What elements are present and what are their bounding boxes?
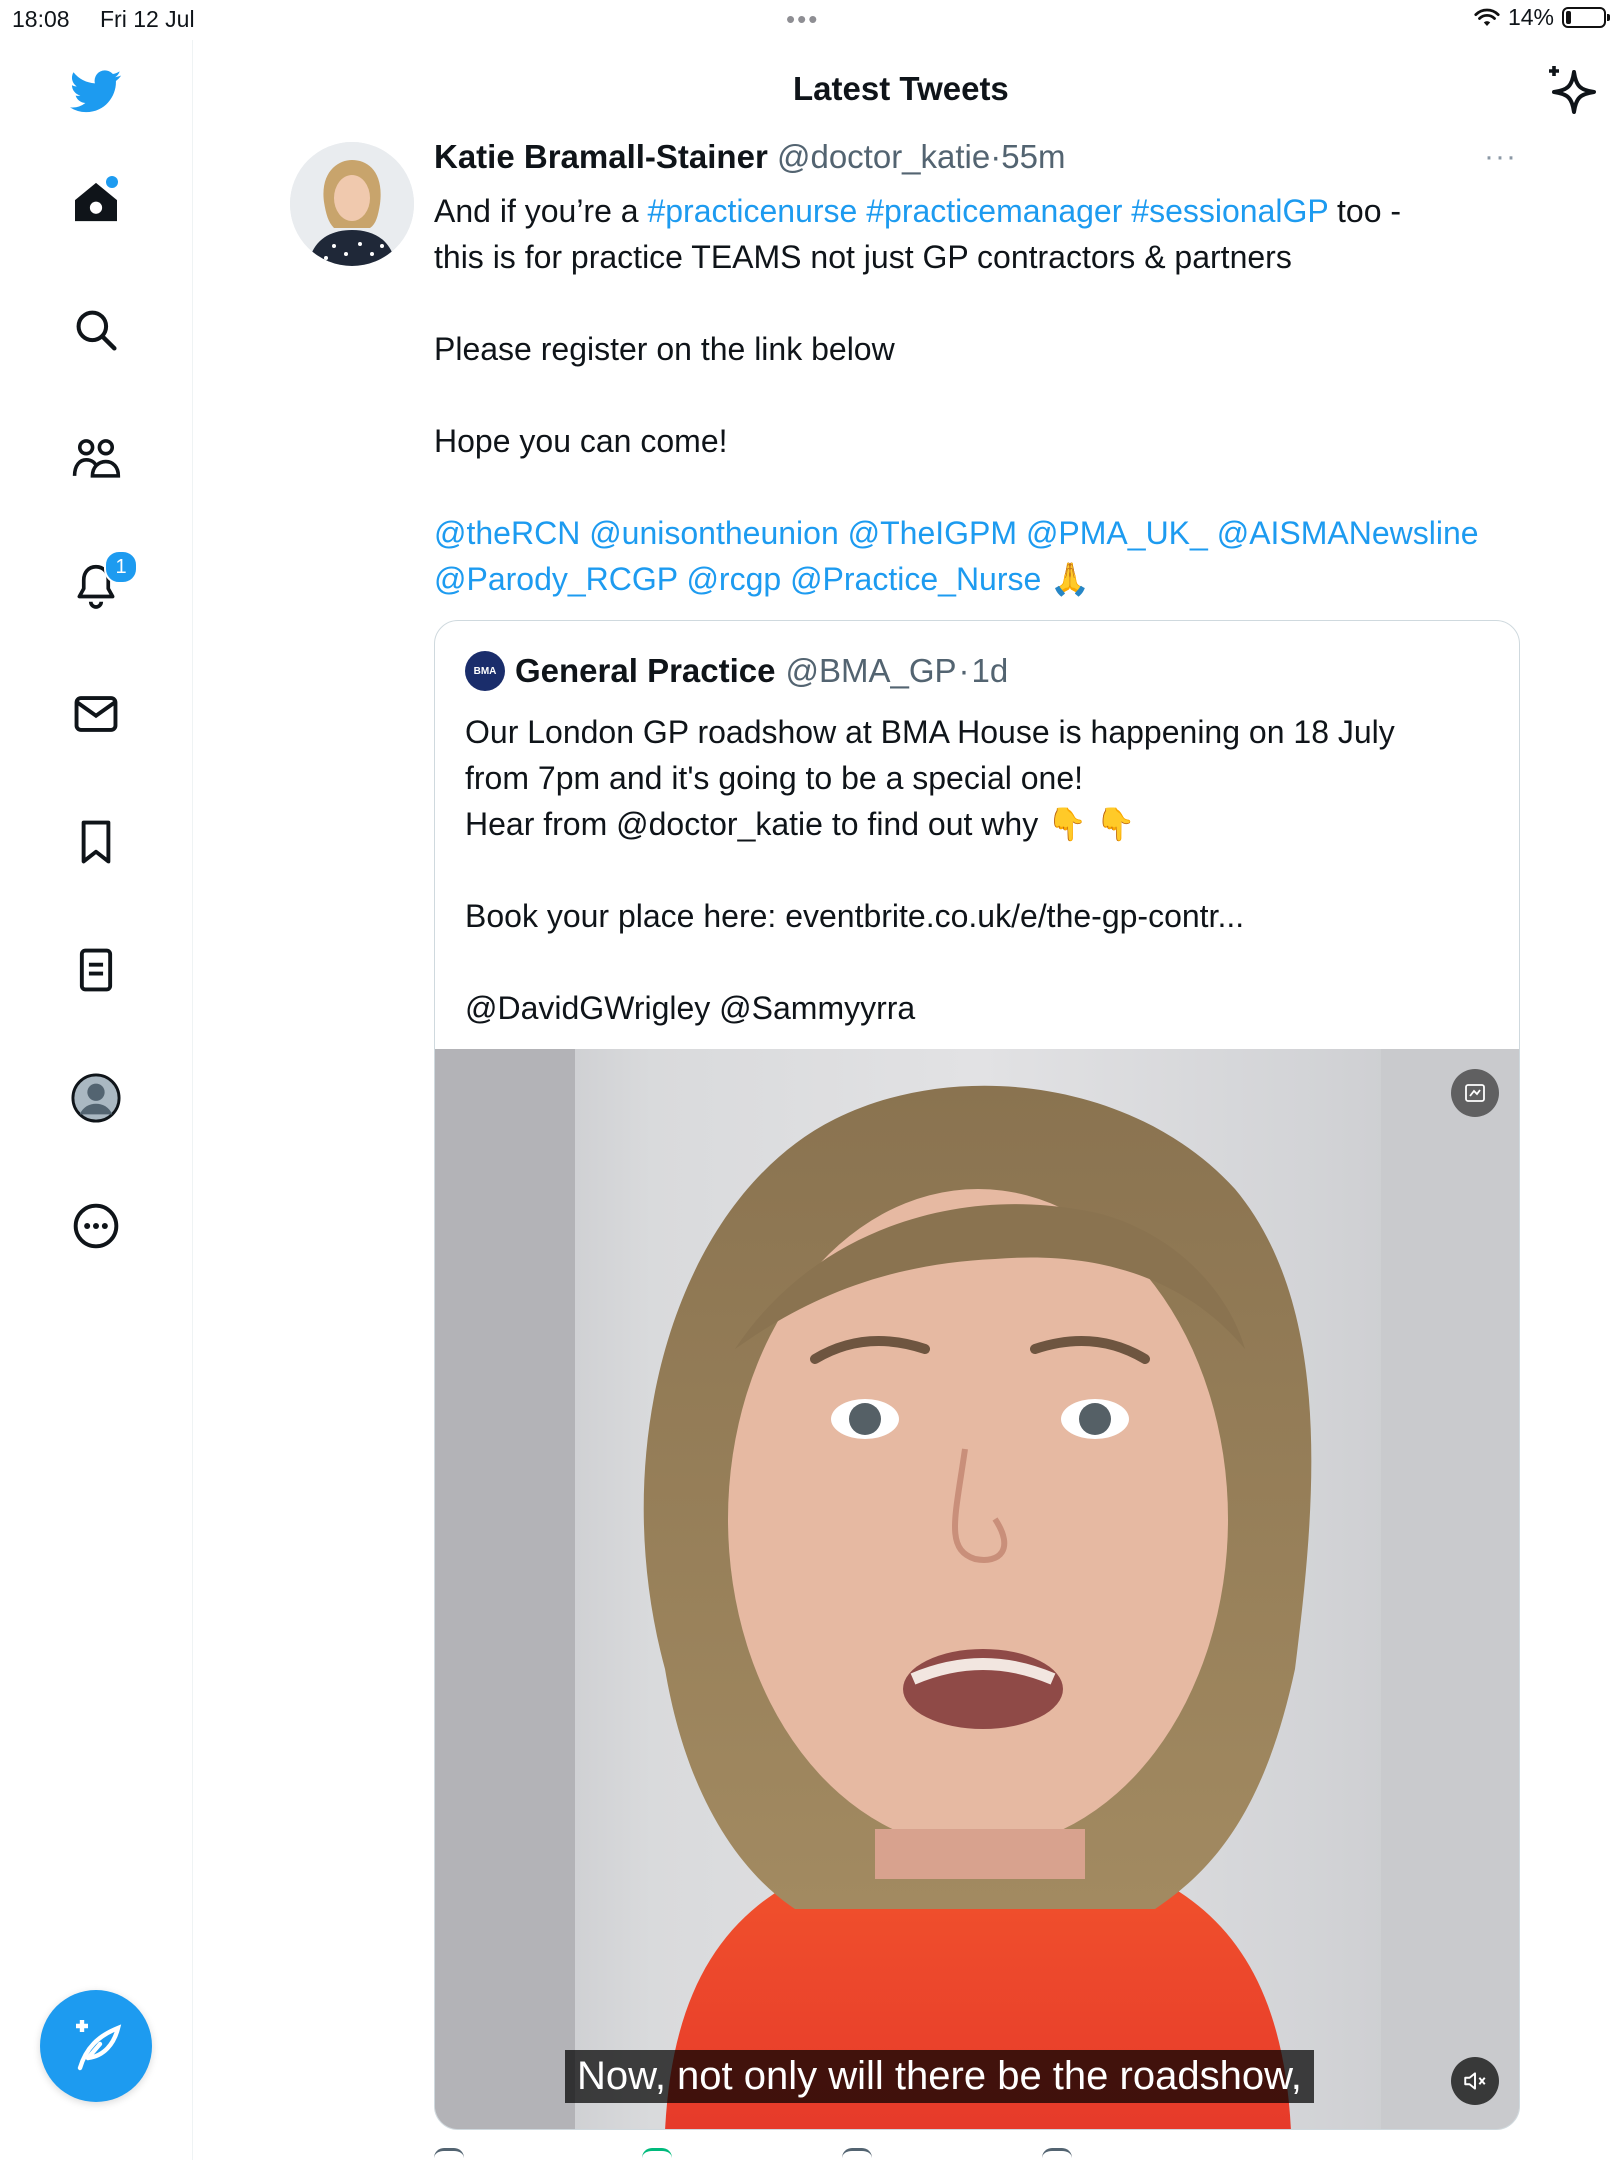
text-line: Our London GP roadshow at BMA House is h…: [465, 714, 1395, 750]
author-handle[interactable]: @doctor_katie: [777, 138, 990, 175]
messages-icon[interactable]: [64, 682, 128, 746]
quoted-tweet-text: Our London GP roadshow at BMA House is h…: [465, 709, 1495, 1031]
notifications-badge: 1: [104, 550, 138, 584]
home-icon[interactable]: [64, 170, 128, 234]
search-icon[interactable]: [64, 298, 128, 362]
mention-link[interactable]: @AISMANewsline: [1217, 515, 1479, 551]
avatar[interactable]: [290, 142, 414, 266]
separator-dot: ·: [958, 652, 970, 689]
profile-icon[interactable]: [64, 1066, 128, 1130]
text-line: this is for practice TEAMS not just GP c…: [434, 239, 1292, 275]
hashtag-link[interactable]: #practicemanager: [866, 193, 1122, 229]
text-line: Book your place here: eventbrite.co.uk/e…: [465, 898, 1245, 934]
bma-logo: BMA: [465, 651, 505, 691]
text-line: @DavidGWrigley @Sammyyrra: [465, 990, 916, 1026]
mention-link[interactable]: @PMA_UK_: [1026, 515, 1208, 551]
alt-text-button[interactable]: [1451, 1069, 1499, 1117]
author-name[interactable]: Katie Bramall-Stainer: [434, 138, 768, 175]
compose-icon: [76, 2020, 122, 2071]
mention-link[interactable]: @Practice_Nurse: [790, 561, 1041, 597]
hashtag-link[interactable]: #practicenurse: [647, 193, 857, 229]
mention-link[interactable]: @TheIGPM: [848, 515, 1017, 551]
text-segment: too -: [1328, 193, 1402, 229]
sparkle-icon[interactable]: [1544, 62, 1600, 118]
like-icon[interactable]: [842, 2148, 872, 2163]
quoted-author-name: General Practice: [515, 652, 776, 689]
status-time: 18:08: [12, 6, 70, 32]
text-line: Hope you can come!: [434, 423, 728, 459]
text-segment: And if you’re a: [434, 193, 648, 229]
bookmarks-icon[interactable]: [64, 810, 128, 874]
tweet-more-icon[interactable]: ···: [1484, 140, 1517, 174]
compose-tweet-button[interactable]: [40, 1990, 152, 2102]
page-title: Latest Tweets: [793, 70, 1009, 107]
wifi-icon: [1474, 8, 1500, 26]
separator-dot: ·: [990, 138, 1002, 175]
quoted-tweet-time: 1d: [971, 652, 1009, 689]
home-new-dot: [106, 176, 118, 188]
mention-link[interactable]: @theRCN: [434, 515, 580, 551]
mention-link[interactable]: @unisontheunion: [589, 515, 839, 551]
communities-icon[interactable]: [64, 426, 128, 490]
tweet-header: Katie Bramall-Stainer @doctor_katie·55m: [434, 138, 1065, 176]
praying-hands-emoji: 🙏: [1050, 561, 1091, 597]
status-right: 14%: [1474, 4, 1610, 31]
twitter-logo-icon[interactable]: [64, 60, 128, 124]
status-bar: 18:08 Fri 12 Jul ••• 14%: [0, 0, 1620, 40]
quoted-tweet-card[interactable]: BMA General Practice @BMA_GP · 1d Our Lond…: [434, 620, 1520, 2130]
share-icon[interactable]: [1042, 2148, 1072, 2163]
mention-link[interactable]: @Parody_RCGP: [434, 561, 678, 597]
retweet-icon[interactable]: [642, 2148, 672, 2163]
video-caption: Now, not only will there be the roadshow…: [565, 2050, 1314, 2103]
battery-percent: 14%: [1507, 4, 1554, 30]
hashtag-link[interactable]: #sessionalGP: [1131, 193, 1328, 229]
reply-icon[interactable]: [434, 2148, 464, 2163]
battery-icon: [1562, 7, 1610, 28]
quoted-tweet-header: BMA General Practice @BMA_GP · 1d: [465, 651, 1008, 691]
quoted-author-handle: @BMA_GP: [785, 652, 957, 689]
notifications-icon[interactable]: 1: [64, 550, 138, 618]
tweet-actions: [434, 2148, 1434, 2160]
tweet-time[interactable]: 55m: [1001, 138, 1065, 175]
image-description-icon: [1465, 1084, 1485, 1102]
text-line: Hear from @doctor_katie to find out why …: [465, 806, 1136, 842]
video-player[interactable]: Now, not only will there be the roadshow…: [435, 1049, 1519, 2129]
text-line: Please register on the link below: [434, 331, 895, 367]
side-navigation: 1: [0, 40, 193, 2160]
speaker-muted-icon: [1464, 2072, 1486, 2090]
mute-button[interactable]: [1451, 2057, 1499, 2105]
multitasking-dots-icon[interactable]: •••: [786, 4, 819, 35]
tweet-text: And if you’re a #practicenurse #practice…: [434, 188, 1514, 602]
lists-icon[interactable]: [64, 938, 128, 1002]
mention-link[interactable]: @rcgp: [686, 561, 781, 597]
battery-level: [1566, 11, 1571, 24]
text-line: from 7pm and it's going to be a special …: [465, 760, 1084, 796]
status-date: Fri 12 Jul: [100, 6, 195, 32]
more-icon[interactable]: [64, 1194, 128, 1258]
video-frame: [435, 1049, 1519, 2129]
timeline-header: Latest Tweets: [193, 40, 1620, 140]
